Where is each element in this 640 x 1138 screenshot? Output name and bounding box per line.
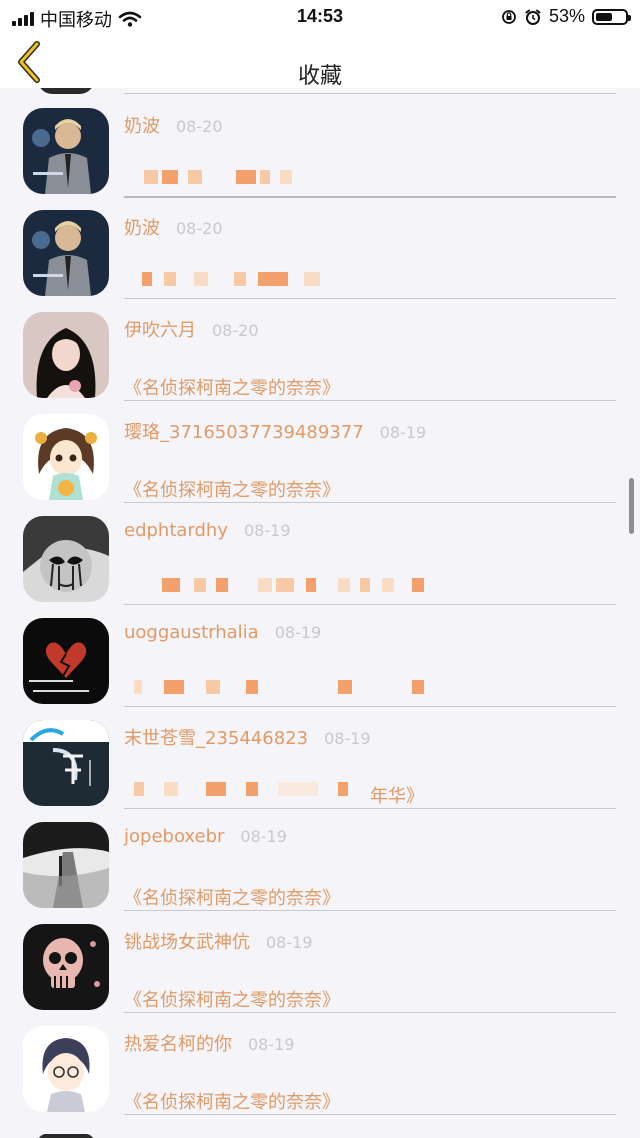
item-header: 伊吹六月 08-20 bbox=[124, 316, 259, 342]
item-date: 08-19 bbox=[274, 623, 322, 642]
user-name[interactable]: 热爱名柯的你 bbox=[124, 1034, 232, 1055]
list-item[interactable]: 璎珞_37165037739489377 08-19 《名侦探柯南之零的奈奈》 bbox=[0, 394, 640, 503]
battery-icon bbox=[592, 8, 631, 25]
avatar[interactable] bbox=[23, 210, 109, 296]
battery-percent: 53% bbox=[548, 6, 585, 26]
avatar[interactable] bbox=[23, 312, 109, 398]
item-header: edphtardhy 08-19 bbox=[124, 520, 291, 541]
user-name[interactable]: 铫战场女武神伉 bbox=[124, 932, 250, 953]
nav-bar: 收藏 bbox=[0, 32, 640, 89]
avatar bbox=[38, 1134, 94, 1138]
user-name[interactable]: 奶波 bbox=[124, 116, 160, 137]
list-item[interactable]: 奶波 08-20 bbox=[0, 88, 640, 198]
user-name[interactable]: uoggaustrhalia bbox=[124, 622, 259, 643]
item-date: 08-19 bbox=[324, 729, 371, 748]
alarm-icon bbox=[525, 9, 541, 25]
item-date: 08-20 bbox=[212, 321, 259, 340]
user-name[interactable]: 末世苍雪_235446823 bbox=[124, 728, 308, 749]
scrollbar[interactable] bbox=[629, 478, 634, 534]
item-date: 08-19 bbox=[266, 933, 313, 952]
item-header: uoggaustrhalia 08-19 bbox=[124, 622, 321, 643]
item-content[interactable]: 《名侦探柯南之零的奈奈》 bbox=[124, 1088, 340, 1114]
pixelated-content bbox=[124, 680, 614, 700]
list-item[interactable]: 末世苍雪_235446823 08-19 年华》 bbox=[0, 700, 640, 809]
item-header: 铫战场女武神伉 08-19 bbox=[124, 928, 313, 954]
list-item[interactable]: 铫战场女武神伉 08-19 《名侦探柯南之零的奈奈》 bbox=[0, 904, 640, 1013]
item-header: jopeboxebr 08-19 bbox=[124, 826, 287, 847]
list-item[interactable]: 伊吹六月 08-20 《名侦探柯南之零的奈奈》 bbox=[0, 292, 640, 401]
pixelated-content bbox=[124, 578, 614, 598]
avatar[interactable] bbox=[23, 1026, 109, 1112]
pixelated-content bbox=[124, 272, 614, 292]
item-date: 08-20 bbox=[176, 117, 223, 136]
user-name[interactable]: 奶波 bbox=[124, 218, 160, 239]
item-header: 璎珞_37165037739489377 08-19 bbox=[124, 418, 426, 444]
divider bbox=[124, 1114, 616, 1115]
item-header: 热爱名柯的你 08-19 bbox=[124, 1030, 295, 1056]
avatar[interactable] bbox=[23, 924, 109, 1010]
pixelated-content bbox=[124, 170, 614, 190]
user-name[interactable]: edphtardhy bbox=[124, 520, 228, 541]
user-name[interactable]: 璎珞_37165037739489377 bbox=[124, 422, 364, 443]
status-bar: 中国移动 14:53 53% bbox=[0, 0, 640, 32]
list-item[interactable]: jopeboxebr 08-19 《名侦探柯南之零的奈奈》 bbox=[0, 802, 640, 911]
user-name[interactable]: jopeboxebr bbox=[124, 826, 224, 847]
user-name[interactable]: 伊吹六月 bbox=[124, 320, 196, 341]
item-date: 08-19 bbox=[244, 521, 291, 540]
pixelated-content bbox=[124, 782, 614, 802]
page-title: 收藏 bbox=[297, 64, 342, 89]
item-header: 奶波 08-20 bbox=[124, 214, 223, 240]
item-date: 08-20 bbox=[176, 219, 223, 238]
item-header: 末世苍雪_235446823 08-19 bbox=[124, 724, 371, 750]
list-item[interactable]: 热爱名柯的你 08-19 《名侦探柯南之零的奈奈》 bbox=[0, 1006, 640, 1115]
item-date: 08-19 bbox=[248, 1035, 295, 1054]
rotation-lock-icon bbox=[502, 9, 516, 24]
item-date: 08-19 bbox=[240, 827, 287, 846]
avatar[interactable] bbox=[23, 822, 109, 908]
avatar[interactable] bbox=[23, 618, 109, 704]
item-header: 奶波 08-20 bbox=[124, 112, 223, 138]
avatar[interactable] bbox=[23, 720, 109, 806]
avatar[interactable] bbox=[23, 516, 109, 602]
status-right: 53% bbox=[501, 6, 631, 27]
avatar[interactable] bbox=[23, 414, 109, 500]
list-item[interactable]: 奶波 08-20 bbox=[0, 190, 640, 299]
list-item[interactable]: uoggaustrhalia 08-19 bbox=[0, 598, 640, 707]
item-date: 08-19 bbox=[379, 423, 427, 442]
favorites-list[interactable]: 奶波 08-20 奶波 08-20 伊吹六月 08-20 《名侦探柯南之零的奈奈… bbox=[0, 88, 640, 1138]
list-item[interactable]: edphtardhy 08-19 bbox=[0, 496, 640, 605]
avatar[interactable] bbox=[23, 108, 109, 194]
